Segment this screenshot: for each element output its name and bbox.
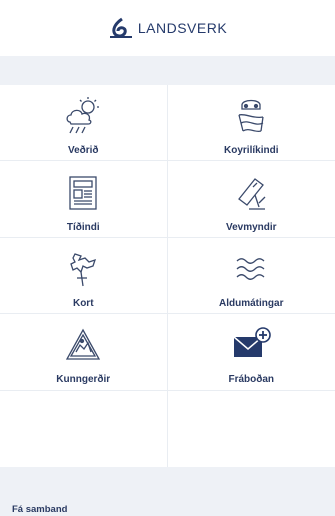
tile-label: Koyrilíkindi xyxy=(224,145,279,157)
report-mail-icon xyxy=(223,322,279,368)
tile-label: Fráboðan xyxy=(228,374,275,386)
tile-map[interactable]: Kort xyxy=(0,237,168,315)
weather-icon xyxy=(55,93,111,139)
footer: Fá samband xyxy=(0,467,335,516)
map-icon xyxy=(55,246,111,292)
driving-conditions-icon xyxy=(223,93,279,139)
webcam-icon xyxy=(223,170,279,216)
tile-weather[interactable]: Veðrið xyxy=(0,85,168,162)
logo-text: LANDSVERK xyxy=(137,20,228,36)
tile-label: Kort xyxy=(72,297,94,309)
empty-cell xyxy=(168,391,335,467)
landsverk-logo: LANDSVERK xyxy=(108,17,227,39)
contact-link[interactable]: Fá samband xyxy=(12,504,67,515)
wave-icon xyxy=(223,246,279,292)
announcement-icon xyxy=(55,322,111,368)
tile-announcements[interactable]: Kunngerðir xyxy=(0,314,168,391)
tile-wave-measurements[interactable]: Aldumátingar xyxy=(167,238,335,315)
menu-grid: Veðrið Koyrilíkindi Tíðindi Vevmyndir Ko… xyxy=(0,85,335,467)
news-icon xyxy=(55,170,111,216)
top-band xyxy=(0,56,335,85)
tile-news[interactable]: Tíðindi xyxy=(0,161,168,238)
tile-webcams[interactable]: Vevmyndir xyxy=(167,161,335,238)
tile-label: Kunngerðir xyxy=(56,374,111,386)
tile-driving-conditions[interactable]: Koyrilíkindi xyxy=(167,85,335,162)
tile-report[interactable]: Fráboðan xyxy=(167,314,335,391)
landsverk-logo-icon xyxy=(109,17,132,38)
tile-label: Vevmyndir xyxy=(225,221,277,233)
empty-cell xyxy=(0,390,168,467)
tile-label: Tíðindi xyxy=(66,221,100,233)
tile-label: Veðrið xyxy=(67,145,99,157)
tile-label: Aldumátingar xyxy=(219,297,284,309)
header: LANDSVERK xyxy=(0,0,335,56)
app-screen: LANDSVERK Veðrið Koyrilíkindi Tíðindi Ve… xyxy=(0,0,335,516)
